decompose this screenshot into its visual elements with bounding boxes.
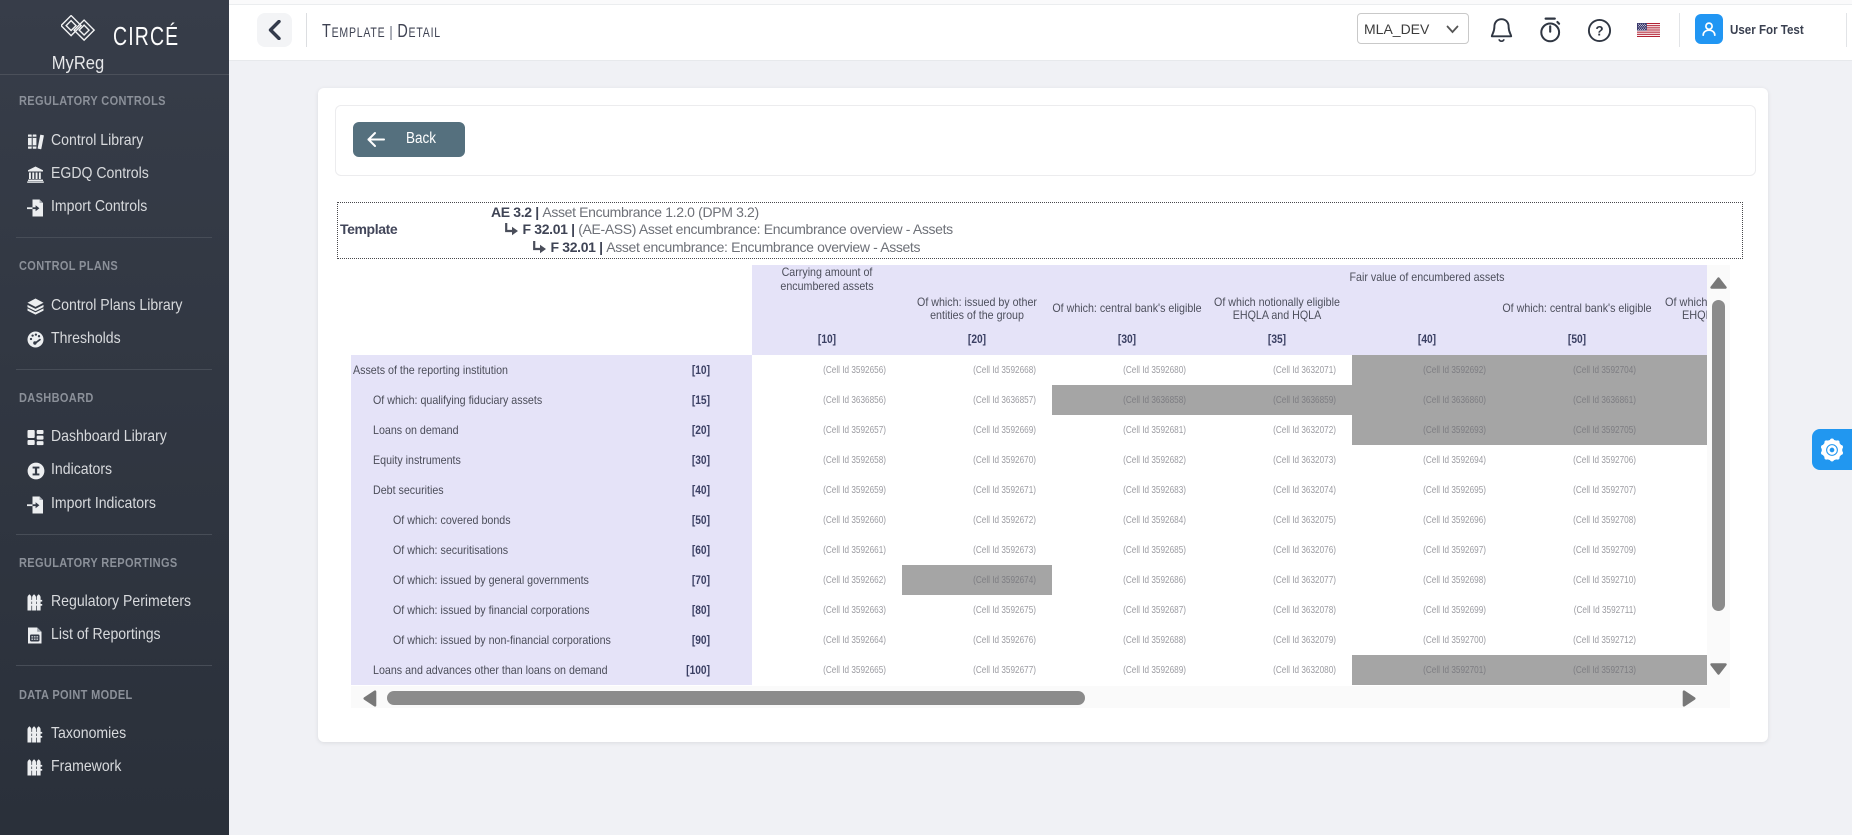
svg-text:?: ?	[1595, 23, 1603, 38]
